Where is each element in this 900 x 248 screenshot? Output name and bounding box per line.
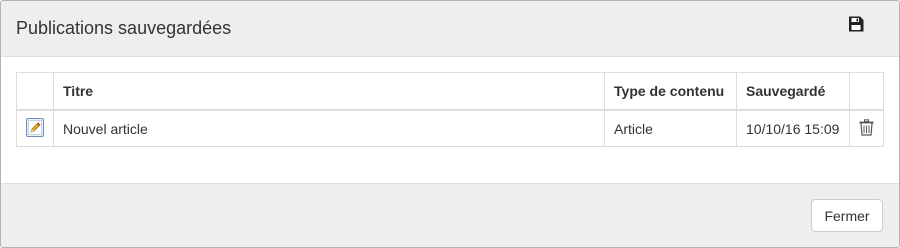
modal-footer: Fermer [1,183,899,247]
save-icon[interactable] [847,15,865,33]
column-header-content-type: Type de contenu [604,72,737,111]
saved-publications-table: Titre Type de contenu Sauvegardé Nouvel … [16,72,885,147]
table-row: Nouvel article Article 10/10/16 15:09 [16,109,885,147]
saved-cell: 10/10/16 15:09 [736,109,850,147]
saved-publications-dialog: Publications sauvegardées Titre Type de … [0,0,900,248]
edit-pencil-icon[interactable] [26,117,44,140]
title-cell: Nouvel article [52,109,606,147]
column-header-delete [848,72,885,111]
column-header-saved: Sauvegardé [736,72,850,111]
trash-icon[interactable] [859,118,874,139]
delete-cell [848,109,885,147]
close-button[interactable]: Fermer [811,199,883,232]
modal-title: Publications sauvegardées [16,18,232,38]
column-header-title: Titre [52,72,606,111]
table-header-row: Titre Type de contenu Sauvegardé [16,72,885,111]
modal-header: Publications sauvegardées [1,1,899,57]
modal-body: Titre Type de contenu Sauvegardé Nouvel … [1,57,899,182]
edit-cell [16,109,54,147]
column-header-edit [16,72,54,111]
content-type-cell: Article [604,109,737,147]
